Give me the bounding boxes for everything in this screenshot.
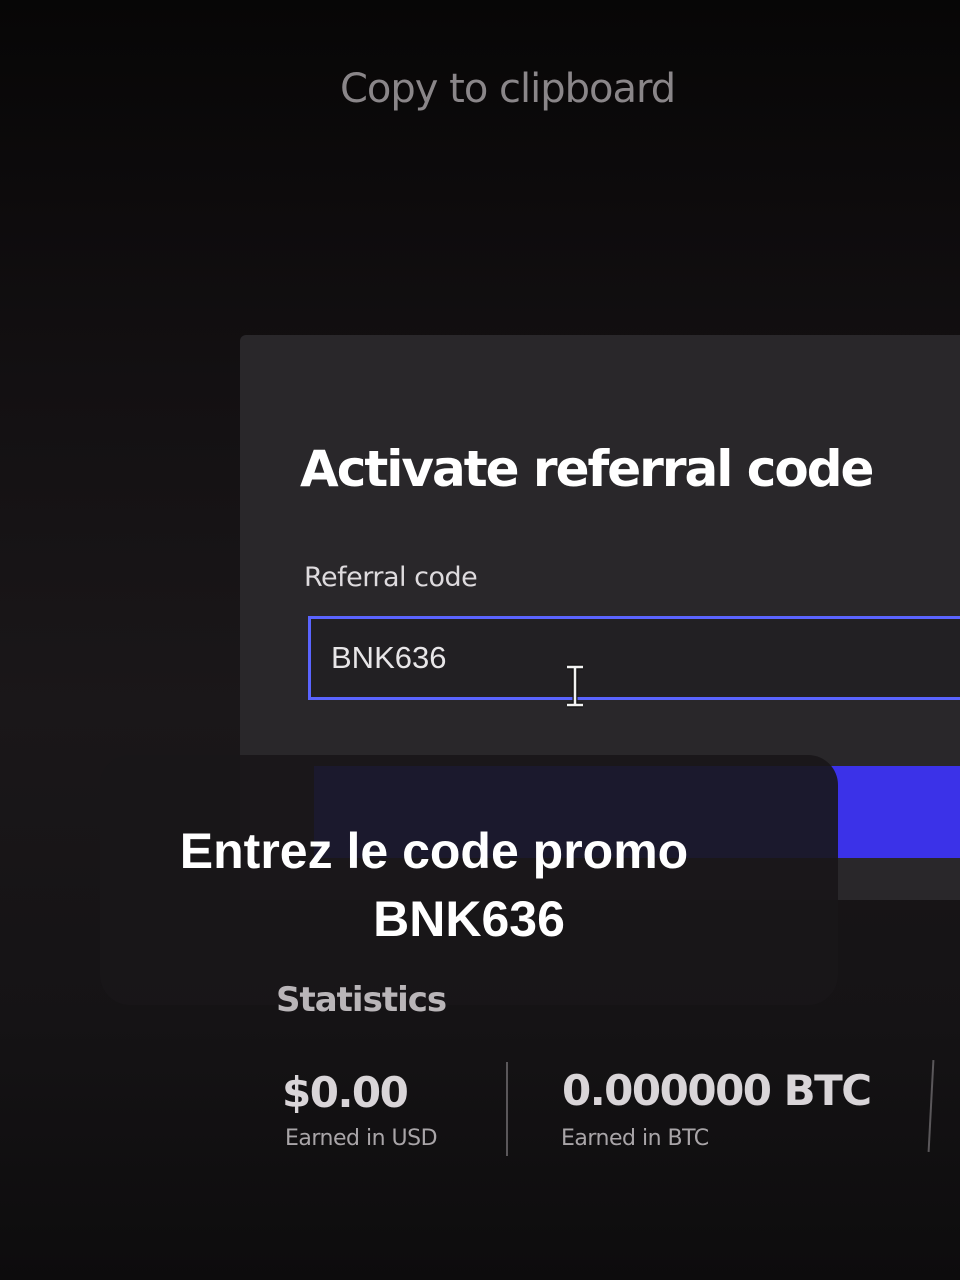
referral-code-label: Referral code [304,562,478,593]
text-cursor-icon [567,664,583,708]
modal-title: Activate referral code [300,440,874,498]
stat-divider [506,1062,508,1156]
copy-to-clipboard-link[interactable]: Copy to clipboard [340,66,680,116]
caption-line-1: Entrez le code promo [179,823,689,879]
stat-usd-value: $0.00 [282,1068,409,1117]
stat-btc-label: Earned in BTC [561,1126,709,1151]
stat-usd-label: Earned in USD [285,1126,438,1151]
caption-line-2: BNK636 [373,891,565,947]
statistics-heading: Statistics [276,980,447,1020]
referral-code-input[interactable] [308,616,960,700]
stat-btc-value: 0.000000 BTC [562,1066,872,1115]
